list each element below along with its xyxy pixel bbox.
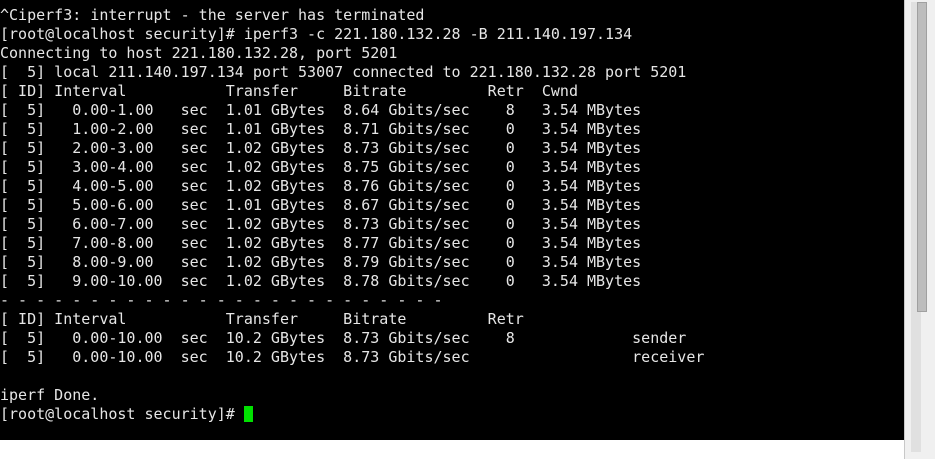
terminal-window[interactable]: ^Ciperf3: interrupt - the server has ter… bbox=[0, 0, 904, 440]
table-row: [ 5] 6.00-7.00 sec 1.02 GBytes 8.73 Gbit… bbox=[0, 215, 642, 233]
summary-sender-row: [ 5] 0.00-10.00 sec 10.2 GBytes 8.73 Gbi… bbox=[0, 329, 687, 347]
table-row: [ 5] 0.00-1.00 sec 1.01 GBytes 8.64 Gbit… bbox=[0, 101, 642, 119]
output-line: Connecting to host 221.180.132.28, port … bbox=[0, 44, 398, 62]
shell-prompt: [root@localhost security]# bbox=[0, 405, 244, 423]
table-row: [ 5] 1.00-2.00 sec 1.01 GBytes 8.71 Gbit… bbox=[0, 120, 642, 138]
scrollbar-thumb[interactable] bbox=[917, 2, 927, 312]
summary-receiver-row: [ 5] 0.00-10.00 sec 10.2 GBytes 8.73 Gbi… bbox=[0, 348, 705, 366]
table-header-line: [ ID] Interval Transfer Bitrate Retr Cwn… bbox=[0, 82, 578, 100]
table-row: [ 5] 4.00-5.00 sec 1.02 GBytes 8.76 Gbit… bbox=[0, 177, 642, 195]
table-row: [ 5] 3.00-4.00 sec 1.02 GBytes 8.75 Gbit… bbox=[0, 158, 642, 176]
table-row: [ 5] 9.00-10.00 sec 1.02 GBytes 8.78 Gbi… bbox=[0, 272, 642, 290]
output-line: [root@localhost security]# iperf3 -c 221… bbox=[0, 25, 633, 43]
vertical-scrollbar[interactable] bbox=[904, 0, 935, 459]
output-line: iperf Done. bbox=[0, 386, 100, 404]
prompt-line[interactable]: [root@localhost security]# bbox=[0, 405, 704, 424]
table-row: [ 5] 7.00-8.00 sec 1.02 GBytes 8.77 Gbit… bbox=[0, 234, 642, 252]
separator-line: - - - - - - - - - - - - - - - - - - - - … bbox=[0, 291, 443, 309]
scrollbar-track[interactable] bbox=[911, 2, 927, 452]
window-bottom-edge bbox=[0, 440, 904, 459]
terminal-output: ^Ciperf3: interrupt - the server has ter… bbox=[0, 6, 704, 424]
table-row: [ 5] 2.00-3.00 sec 1.02 GBytes 8.73 Gbit… bbox=[0, 139, 642, 157]
text-cursor bbox=[243, 406, 253, 422]
output-line: [ 5] local 211.140.197.134 port 53007 co… bbox=[0, 63, 687, 81]
table-row: [ 5] 8.00-9.00 sec 1.02 GBytes 8.79 Gbit… bbox=[0, 253, 642, 271]
table-row: [ 5] 5.00-6.00 sec 1.01 GBytes 8.67 Gbit… bbox=[0, 196, 642, 214]
summary-header-line: [ ID] Interval Transfer Bitrate Retr bbox=[0, 310, 524, 328]
output-line: ^Ciperf3: interrupt - the server has ter… bbox=[0, 6, 425, 24]
